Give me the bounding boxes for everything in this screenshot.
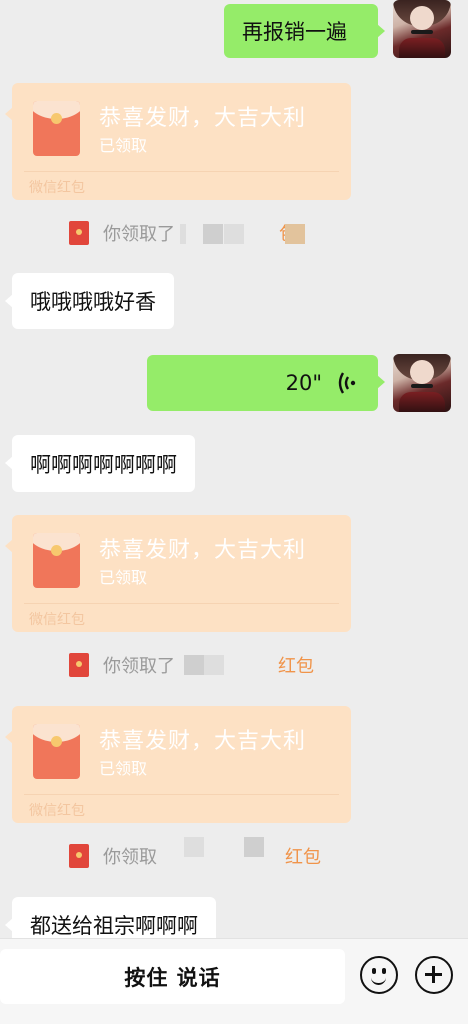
plus-icon[interactable] xyxy=(415,956,453,994)
red-packet-card[interactable]: 恭喜发财，大吉大利 已领取 微信红包 xyxy=(5,515,351,632)
notice-red-packet-link[interactable]: 红包 xyxy=(285,843,321,869)
message-text: 啊啊啊啊啊啊啊 xyxy=(30,452,177,477)
notice-text: 你领取了 xyxy=(103,656,175,677)
red-packet-icon xyxy=(69,844,89,868)
notice-text: 你领取了 xyxy=(103,224,175,245)
message-text: 哦哦哦哦好香 xyxy=(30,290,156,314)
red-envelope-icon xyxy=(33,724,80,779)
divider xyxy=(24,794,339,795)
voice-wave-icon xyxy=(338,372,356,394)
red-packet-status: 已领取 xyxy=(99,759,148,778)
emoji-icon[interactable] xyxy=(360,956,398,994)
mosaic-blur xyxy=(285,224,305,244)
message-text: 再报销一遍 xyxy=(242,20,347,44)
my-avatar[interactable] xyxy=(393,354,451,412)
red-packet-footer: 微信红包 xyxy=(29,180,85,196)
red-packet-title: 恭喜发财，大吉大利 xyxy=(99,106,307,131)
mosaic-blur xyxy=(244,837,264,857)
red-packet-title: 恭喜发财，大吉大利 xyxy=(99,538,307,563)
mosaic-blur xyxy=(203,224,223,244)
incoming-message-bubble[interactable]: 啊啊啊啊啊啊啊 xyxy=(5,435,195,492)
mosaic-blur xyxy=(184,837,204,857)
voice-duration: 20" xyxy=(285,371,322,395)
chat-area: 再报销一遍 恭喜发财，大吉大利 已领取 微信红包 你领取了 包 哦哦哦哦好香 2… xyxy=(0,0,468,938)
my-avatar[interactable] xyxy=(393,0,451,58)
red-packet-card[interactable]: 恭喜发财，大吉大利 已领取 微信红包 xyxy=(5,83,351,200)
notice-red-packet-link[interactable]: 红包 xyxy=(278,652,314,678)
red-packet-footer: 微信红包 xyxy=(29,803,85,819)
incoming-message-bubble[interactable]: 都送给祖宗啊啊啊 xyxy=(5,897,216,938)
red-envelope-icon xyxy=(33,533,80,588)
mosaic-blur xyxy=(180,224,186,244)
message-text: 都送给祖宗啊啊啊 xyxy=(30,914,198,938)
red-packet-status: 已领取 xyxy=(99,136,148,155)
red-packet-status: 已领取 xyxy=(99,568,148,587)
mosaic-blur xyxy=(204,655,224,675)
red-envelope-icon xyxy=(33,101,80,156)
voice-message-bubble[interactable]: 20" xyxy=(147,355,385,411)
notice-text: 你领取 xyxy=(103,847,157,868)
divider xyxy=(24,603,339,604)
red-packet-card[interactable]: 恭喜发财，大吉大利 已领取 微信红包 xyxy=(5,706,351,823)
input-bar: 按住 说话 xyxy=(0,938,468,1024)
red-packet-icon xyxy=(69,653,89,677)
mosaic-blur xyxy=(224,224,244,244)
red-packet-title: 恭喜发财，大吉大利 xyxy=(99,729,307,754)
red-packet-icon xyxy=(69,221,89,245)
incoming-message-bubble[interactable]: 哦哦哦哦好香 xyxy=(5,273,174,329)
divider xyxy=(24,171,339,172)
mosaic-blur xyxy=(184,655,204,675)
red-packet-footer: 微信红包 xyxy=(29,612,85,628)
outgoing-message-bubble[interactable]: 再报销一遍 xyxy=(224,4,385,58)
hold-to-talk-button[interactable]: 按住 说话 xyxy=(0,949,345,1004)
